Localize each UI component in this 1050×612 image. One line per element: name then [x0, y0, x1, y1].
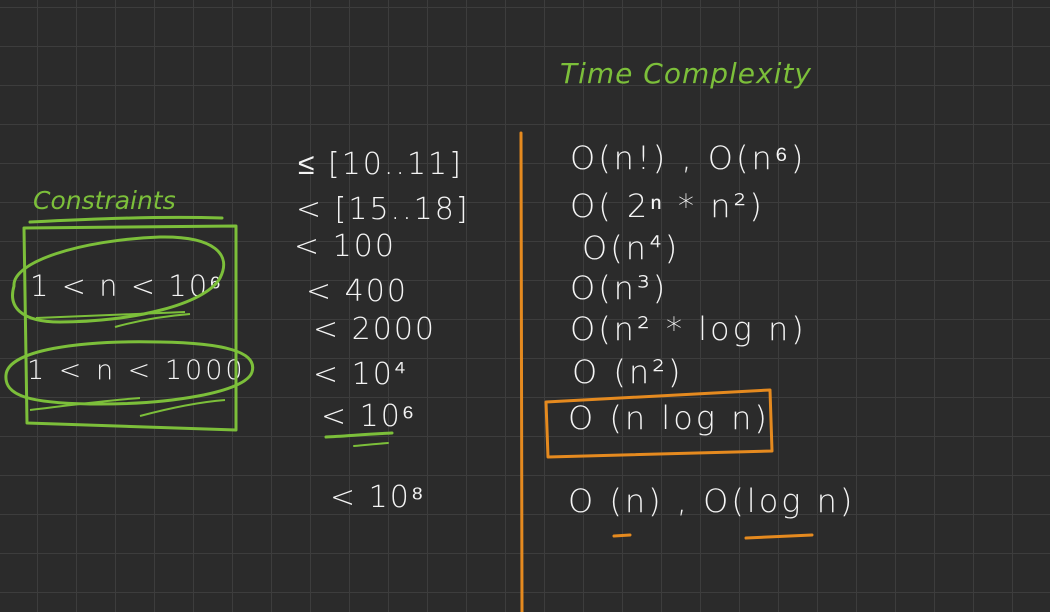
constraints-underline: [28, 215, 224, 224]
n-limit-row: < 10⁴: [313, 357, 408, 392]
constraint-1-scribble: [35, 311, 191, 328]
n-limit-row: < 10⁶: [321, 399, 417, 434]
complexity-row: O (n²): [572, 353, 684, 391]
complexity-row: O( 2ⁿ * n²): [570, 187, 765, 225]
n-limit-row: < 400: [306, 274, 408, 309]
complexity-row: O(n!) , O(n⁶): [570, 139, 807, 177]
complexity-row: O(n⁴): [582, 229, 681, 267]
column-divider-line: [519, 131, 524, 612]
complexity-row: O (n) , O(log n): [568, 482, 856, 520]
constraints-box: [22, 224, 238, 432]
complexity-row: O(n³): [570, 269, 669, 307]
constraint-2-scribble: [29, 397, 226, 417]
complexity-row: O(n² * log n): [570, 310, 807, 348]
n-limit-row: < 100: [294, 229, 396, 264]
underline-n: [612, 533, 632, 538]
constraint-example-1: 1 < n < 10⁶: [30, 269, 224, 303]
constraint-example-2: 1 < n < 1000: [27, 355, 246, 386]
n-limit-row: ≤ [10..11]: [298, 147, 463, 182]
underline-log-n: [744, 533, 814, 540]
n-limit-underline-2: [353, 442, 389, 447]
complexity-row: O (n log n): [568, 399, 770, 437]
n-limit-row: < 2000: [313, 312, 437, 347]
n-limit-row: < 10⁸: [330, 480, 426, 515]
ink-strokes-layer: [4, 131, 814, 612]
time-complexity-heading: Time Complexity: [560, 57, 812, 90]
constraints-label: Constraints: [33, 186, 176, 215]
n-limit-row: < [15..18]: [296, 192, 470, 227]
